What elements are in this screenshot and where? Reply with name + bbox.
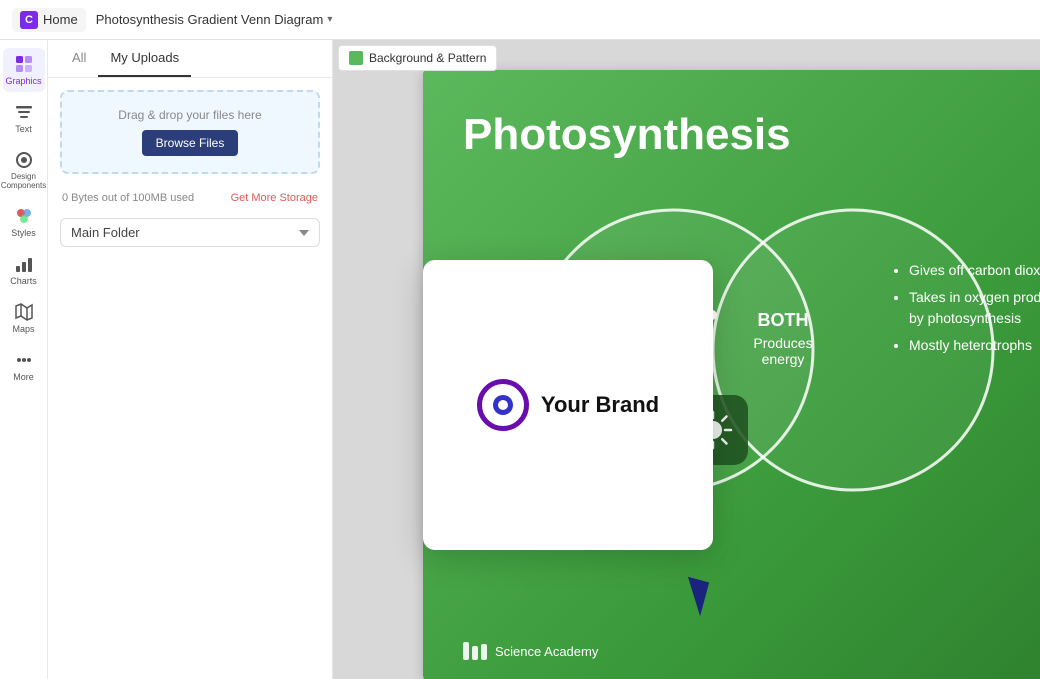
venn-right-text: Gives off carbon dioxide Takes in oxygen…	[893, 260, 1040, 362]
sidebar-item-more[interactable]: More	[3, 344, 45, 388]
sidebar-item-charts[interactable]: Charts	[3, 248, 45, 292]
slide-title: Photosynthesis	[463, 110, 791, 160]
text-icon	[14, 102, 34, 122]
canvas-area[interactable]: Background & Pattern Photosynthesis Take…	[333, 40, 1040, 679]
sidebar-item-more-label: More	[13, 372, 34, 382]
sidebar-item-styles[interactable]: Styles	[3, 200, 45, 244]
flask-icon	[463, 642, 487, 660]
upload-area: Drag & drop your files here Browse Files	[60, 90, 320, 174]
storage-used-text: 0 Bytes out of 100MB used	[62, 192, 194, 204]
flask-2	[472, 646, 478, 660]
get-more-storage-link[interactable]: Get More Storage	[231, 192, 318, 204]
tab-my-uploads[interactable]: My Uploads	[98, 40, 191, 77]
folder-select-wrapper: Main Folder	[48, 210, 332, 255]
tab-all[interactable]: All	[60, 40, 98, 77]
browse-files-button[interactable]: Browse Files	[142, 130, 239, 156]
sidebar-item-design-components[interactable]: DesignComponents	[3, 144, 45, 196]
charts-icon	[14, 254, 34, 274]
sidebar-item-styles-label: Styles	[11, 228, 36, 238]
slide-footer: Science Academy	[463, 642, 598, 660]
brand-name: Your Brand	[541, 392, 659, 418]
topbar: Home Photosynthesis Gradient Venn Diagra…	[0, 0, 1040, 40]
bg-pattern-button[interactable]: Background & Pattern	[338, 45, 497, 71]
home-button[interactable]: Home	[12, 8, 86, 32]
sidebar-item-graphics[interactable]: Graphics	[3, 48, 45, 92]
panel-tabs: All My Uploads	[48, 40, 332, 78]
bg-color-swatch	[349, 51, 363, 65]
venn-middle-text: BOTH Produces energy	[733, 310, 833, 367]
chevron-down-icon: ▾	[327, 14, 332, 25]
footer-label: Science Academy	[495, 644, 598, 659]
brand-logo-icon	[477, 379, 529, 431]
sidebar-item-design-label: DesignComponents	[1, 172, 46, 190]
sidebar-item-text-label: Text	[15, 124, 32, 134]
main-layout: Graphics Text DesignComponents	[0, 40, 1040, 679]
doc-title[interactable]: Photosynthesis Gradient Venn Diagram ▾	[96, 12, 333, 27]
brand-card: Your Brand	[423, 260, 713, 550]
styles-icon	[14, 206, 34, 226]
venn-both-label: BOTH	[733, 310, 833, 331]
sidebar-item-maps-label: Maps	[12, 324, 34, 334]
icon-sidebar: Graphics Text DesignComponents	[0, 40, 48, 679]
flask-3	[481, 644, 487, 660]
flask-1	[463, 642, 469, 660]
brand-inner: Your Brand	[477, 379, 659, 431]
upload-drag-text: Drag & drop your files here	[78, 108, 302, 122]
storage-info: 0 Bytes out of 100MB used Get More Stora…	[48, 186, 332, 210]
folder-select[interactable]: Main Folder	[60, 218, 320, 247]
canvas-topbar: Background & Pattern	[333, 40, 1040, 80]
sidebar-item-graphics-label: Graphics	[6, 76, 42, 86]
sidebar-item-text[interactable]: Text	[3, 96, 45, 140]
panel: All My Uploads Drag & drop your files he…	[48, 40, 333, 679]
design-components-icon	[14, 150, 34, 170]
sidebar-item-charts-label: Charts	[10, 276, 37, 286]
venn-right-item-2: Takes in oxygen produced by photosynthes…	[909, 287, 1040, 329]
venn-produces-label: Produces energy	[733, 335, 833, 367]
bg-pattern-label: Background & Pattern	[369, 51, 486, 65]
sidebar-item-maps[interactable]: Maps	[3, 296, 45, 340]
more-icon	[14, 350, 34, 370]
graphics-icon	[14, 54, 34, 74]
canva-logo-icon	[20, 11, 38, 29]
venn-right-item-3: Mostly heterotrophs	[909, 335, 1040, 356]
maps-icon	[14, 302, 34, 322]
home-label: Home	[43, 12, 78, 27]
venn-right-item-1: Gives off carbon dioxide	[909, 260, 1040, 281]
